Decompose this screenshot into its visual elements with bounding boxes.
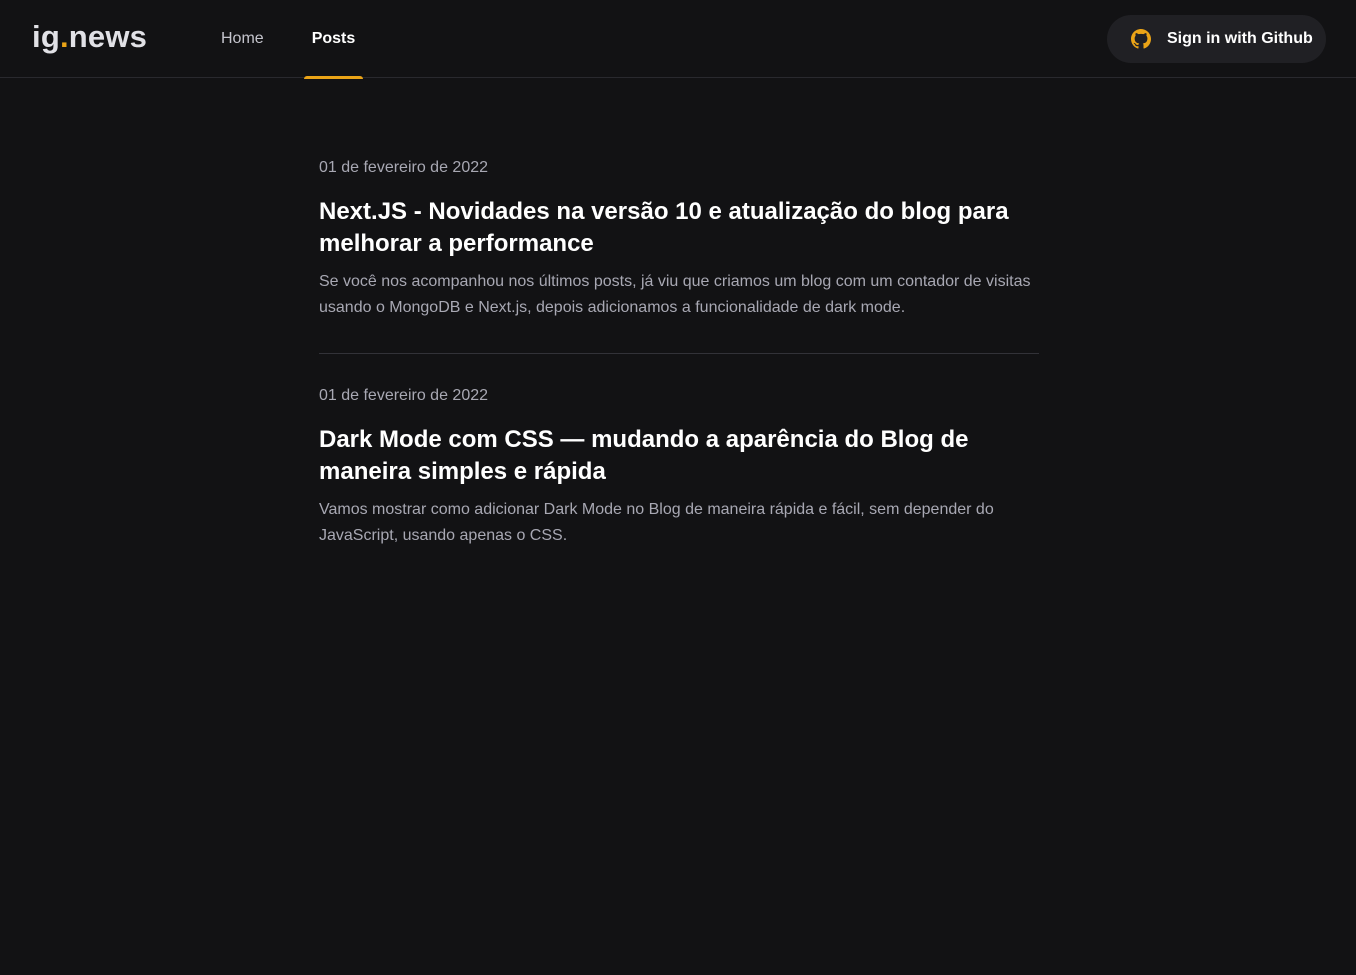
logo-text: ig xyxy=(32,19,60,54)
post-item[interactable]: 01 de fevereiro de 2022 Next.JS - Novida… xyxy=(319,136,1039,353)
post-date: 01 de fevereiro de 2022 xyxy=(319,387,489,404)
nav-link-posts[interactable]: Posts xyxy=(303,0,364,79)
post-item[interactable]: 01 de fevereiro de 2022 Dark Mode com CS… xyxy=(319,353,1039,581)
main-nav: Home Posts xyxy=(213,0,395,79)
site-header: ig.news Home Posts Sign in with Github xyxy=(0,0,1356,79)
sign-in-github-button[interactable]: Sign in with Github xyxy=(1107,15,1326,63)
post-excerpt: Vamos mostrar como adicionar Dark Mode n… xyxy=(319,501,994,544)
logo-suffix: news xyxy=(68,19,148,54)
post-title[interactable]: Dark Mode com CSS — mudando a aparência … xyxy=(319,424,1039,488)
nav-link-home[interactable]: Home xyxy=(213,0,272,78)
posts-list: 01 de fevereiro de 2022 Next.JS - Novida… xyxy=(319,136,1039,581)
logo-dot: . xyxy=(59,19,69,54)
post-title[interactable]: Next.JS - Novidades na versão 10 e atual… xyxy=(319,196,1039,260)
post-date: 01 de fevereiro de 2022 xyxy=(319,159,489,176)
site-logo[interactable]: ig.news xyxy=(32,19,147,55)
sign-in-label: Sign in with Github xyxy=(1167,30,1313,47)
post-excerpt: Se você nos acompanhou nos últimos posts… xyxy=(319,273,1031,316)
github-icon xyxy=(1131,29,1151,49)
